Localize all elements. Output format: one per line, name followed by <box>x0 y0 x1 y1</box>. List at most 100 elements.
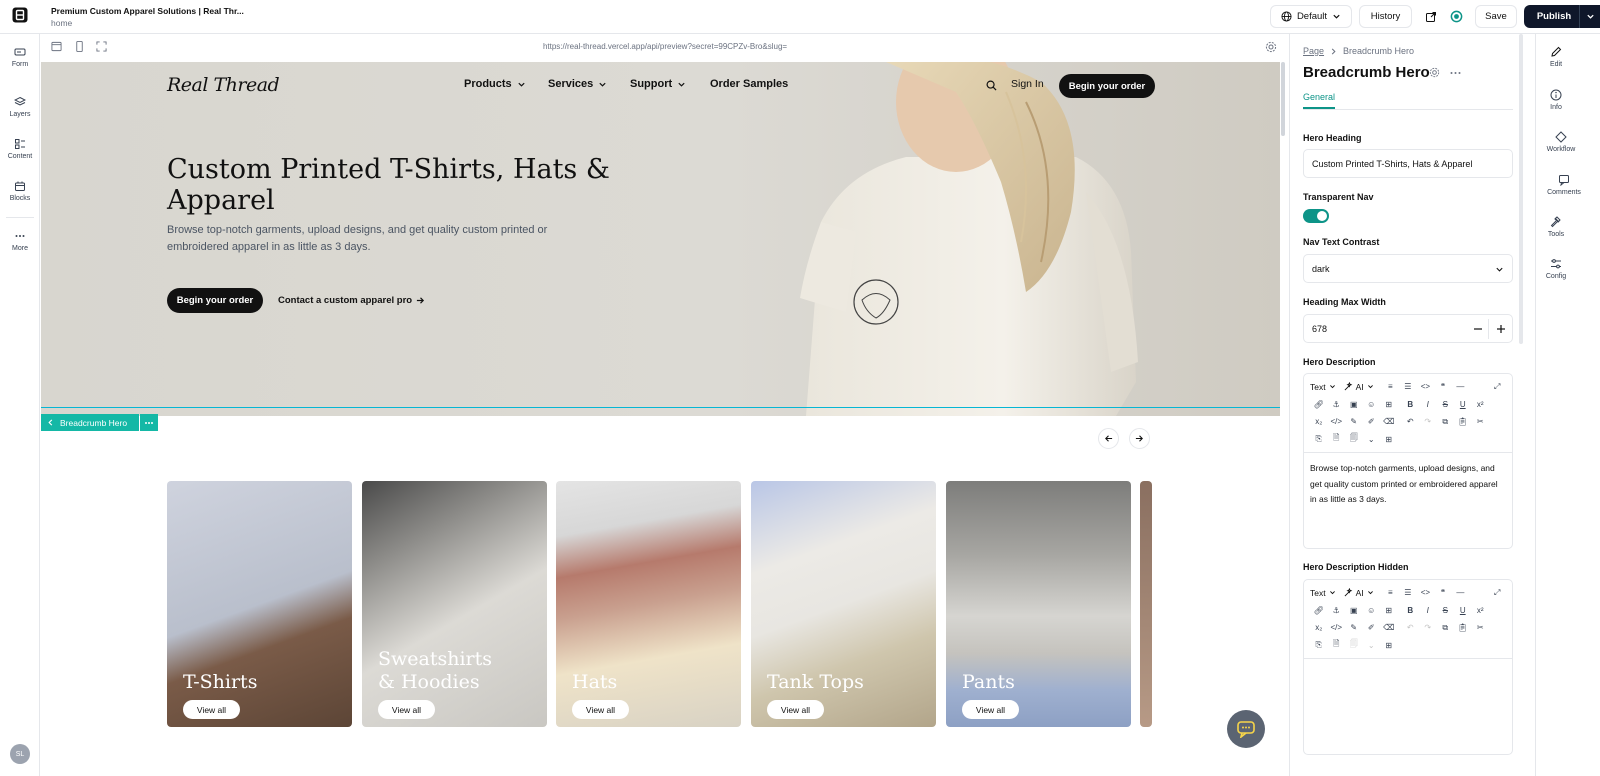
link-icon[interactable]: 🔗︎ <box>1310 396 1328 413</box>
search-icon[interactable] <box>986 80 997 91</box>
highlight-icon[interactable]: ✐ <box>1363 413 1381 430</box>
sign-in-link[interactable]: Sign In <box>1011 78 1044 90</box>
chat-widget-button[interactable] <box>1227 710 1265 748</box>
clipboard-icon[interactable]: 📋︎ <box>1454 413 1472 430</box>
quote-icon[interactable]: ❝ <box>1434 584 1452 601</box>
copy-icon[interactable]: ⧉ <box>1437 413 1455 430</box>
anchor-icon[interactable]: ⚓︎ <box>1328 396 1346 413</box>
ai-select[interactable]: AI <box>1344 588 1374 598</box>
table-icon[interactable]: ⊞ <box>1380 637 1398 654</box>
image-icon[interactable]: ▣ <box>1345 396 1363 413</box>
file-icon[interactable]: 🗎︎ <box>1328 431 1346 448</box>
locale-select[interactable]: Default <box>1270 5 1352 28</box>
superscript-icon[interactable]: x² <box>1472 396 1490 413</box>
underline-icon[interactable]: U <box>1454 602 1472 619</box>
selected-block-tag[interactable]: Breadcrumb Hero <box>41 414 139 431</box>
undo-icon[interactable]: ↶ <box>1402 619 1420 636</box>
hero-begin-order-button[interactable]: Begin your order <box>167 288 263 313</box>
redo-icon[interactable]: ↷ <box>1419 413 1437 430</box>
table-icon[interactable]: ⊞ <box>1380 431 1398 448</box>
insert-block-icon[interactable]: ⊞ <box>1380 602 1398 619</box>
view-all-button[interactable]: View all <box>767 700 824 719</box>
rail-item-config[interactable]: Config <box>1536 258 1576 280</box>
history-button[interactable]: History <box>1359 5 1412 28</box>
subscript-icon[interactable]: x₂ <box>1310 413 1328 430</box>
nav-order-samples[interactable]: Order Samples <box>710 78 788 90</box>
plus-icon[interactable] <box>1496 324 1506 334</box>
file-icon[interactable]: 🗎︎ <box>1328 637 1346 654</box>
inline-code-icon[interactable]: </> <box>1328 413 1346 430</box>
inline-code-icon[interactable]: </> <box>1328 619 1346 636</box>
expand-icon[interactable]: ⤢ <box>1489 378 1507 395</box>
category-card-pants[interactable]: Pants View all <box>946 481 1131 727</box>
eraser-icon[interactable]: ⌫ <box>1380 413 1398 430</box>
rail-item-content[interactable]: Content <box>0 138 40 160</box>
eraser-icon[interactable]: ⌫ <box>1380 619 1398 636</box>
gear-icon[interactable] <box>1265 41 1277 53</box>
canvas-scrollbar[interactable] <box>1281 62 1285 136</box>
horizontal-rule-icon[interactable]: — <box>1452 378 1470 395</box>
tab-general[interactable]: General <box>1303 92 1336 109</box>
rail-item-layers[interactable]: Layers <box>0 96 40 118</box>
rail-item-workflow[interactable]: Workflow <box>1536 131 1586 153</box>
ordered-list-icon[interactable]: ☰ <box>1399 584 1417 601</box>
heading-max-width-stepper[interactable]: 678 <box>1303 314 1513 343</box>
clipboard-icon[interactable]: 📋︎ <box>1454 619 1472 636</box>
nav-services[interactable]: Services <box>548 78 607 90</box>
pen-icon[interactable]: ✎ <box>1345 413 1363 430</box>
highlight-icon[interactable]: ✐ <box>1363 619 1381 636</box>
quote-icon[interactable]: ❝ <box>1434 378 1452 395</box>
cut-icon[interactable]: ✂ <box>1472 413 1490 430</box>
insert-block-icon[interactable]: ⊞ <box>1380 396 1398 413</box>
bullet-list-icon[interactable]: ≡ <box>1382 584 1400 601</box>
rail-item-blocks[interactable]: Blocks <box>0 180 40 202</box>
ai-select[interactable]: AI <box>1344 382 1374 392</box>
save-button[interactable]: Save <box>1475 5 1517 28</box>
ordered-list-icon[interactable]: ☰ <box>1399 378 1417 395</box>
link-icon[interactable]: 🔗︎ <box>1310 602 1328 619</box>
image-icon[interactable]: ▣ <box>1345 602 1363 619</box>
carousel-next-button[interactable] <box>1129 428 1150 449</box>
nav-products[interactable]: Products <box>464 78 526 90</box>
pen-icon[interactable]: ✎ <box>1345 619 1363 636</box>
text-style-select[interactable]: Text <box>1310 382 1336 392</box>
nav-support[interactable]: Support <box>630 78 686 90</box>
category-card-partial[interactable] <box>1140 481 1152 727</box>
panel-scrollbar[interactable] <box>1519 34 1523 344</box>
bold-icon[interactable]: B <box>1402 602 1420 619</box>
minus-icon[interactable] <box>1473 324 1483 334</box>
rail-item-more[interactable]: More <box>0 230 40 252</box>
text-style-select[interactable]: Text <box>1310 588 1336 598</box>
nav-text-contrast-select[interactable]: dark <box>1303 254 1513 283</box>
file-export-icon[interactable]: 🗐︎ <box>1345 637 1363 654</box>
site-logo[interactable]: Real Thread <box>167 74 280 96</box>
view-all-button[interactable]: View all <box>378 700 435 719</box>
hero-section[interactable]: Real Thread Products Services Support Or… <box>41 62 1280 416</box>
subscript-icon[interactable]: x₂ <box>1310 619 1328 636</box>
category-card-hats[interactable]: Hats View all <box>556 481 741 727</box>
redo-icon[interactable]: ↷ <box>1419 619 1437 636</box>
more-icon[interactable] <box>1450 71 1461 75</box>
hero-description-hidden-editor[interactable]: Text AI ≡ ☰ <> ❝ — ⤢ 🔗︎ ⚓︎ ▣ ☺ ⊞ B I S U… <box>1303 579 1513 755</box>
hero-description-content[interactable]: Browse top-notch garments, upload design… <box>1304 453 1512 516</box>
view-all-button[interactable]: View all <box>183 700 240 719</box>
file-export-icon[interactable]: 🗐︎ <box>1345 431 1363 448</box>
horizontal-rule-icon[interactable]: — <box>1452 584 1470 601</box>
copy-icon[interactable]: ⧉ <box>1437 619 1455 636</box>
rail-item-tools[interactable]: Tools <box>1536 216 1576 238</box>
undo-icon[interactable]: ↶ <box>1402 413 1420 430</box>
chevron-down-icon[interactable]: ⌄ <box>1363 431 1381 448</box>
open-external-icon[interactable] <box>1419 5 1442 28</box>
underline-icon[interactable]: U <box>1454 396 1472 413</box>
carousel-prev-button[interactable] <box>1098 428 1119 449</box>
view-all-button[interactable]: View all <box>962 700 1019 719</box>
view-all-button[interactable]: View all <box>572 700 629 719</box>
anchor-icon[interactable]: ⚓︎ <box>1328 602 1346 619</box>
block-more-icon[interactable] <box>140 414 158 431</box>
rail-item-form[interactable]: Form <box>0 46 40 68</box>
live-status-icon[interactable] <box>1445 5 1468 28</box>
category-card-tshirts[interactable]: T-Shirts View all <box>167 481 352 727</box>
paste-icon[interactable]: ⎘ <box>1310 637 1328 654</box>
hero-description-editor[interactable]: Text AI ≡ ☰ <> ❝ — ⤢ 🔗︎ ⚓︎ ▣ ☺ ⊞ B I S U… <box>1303 373 1513 549</box>
rail-item-comments[interactable]: Comments <box>1536 174 1592 196</box>
